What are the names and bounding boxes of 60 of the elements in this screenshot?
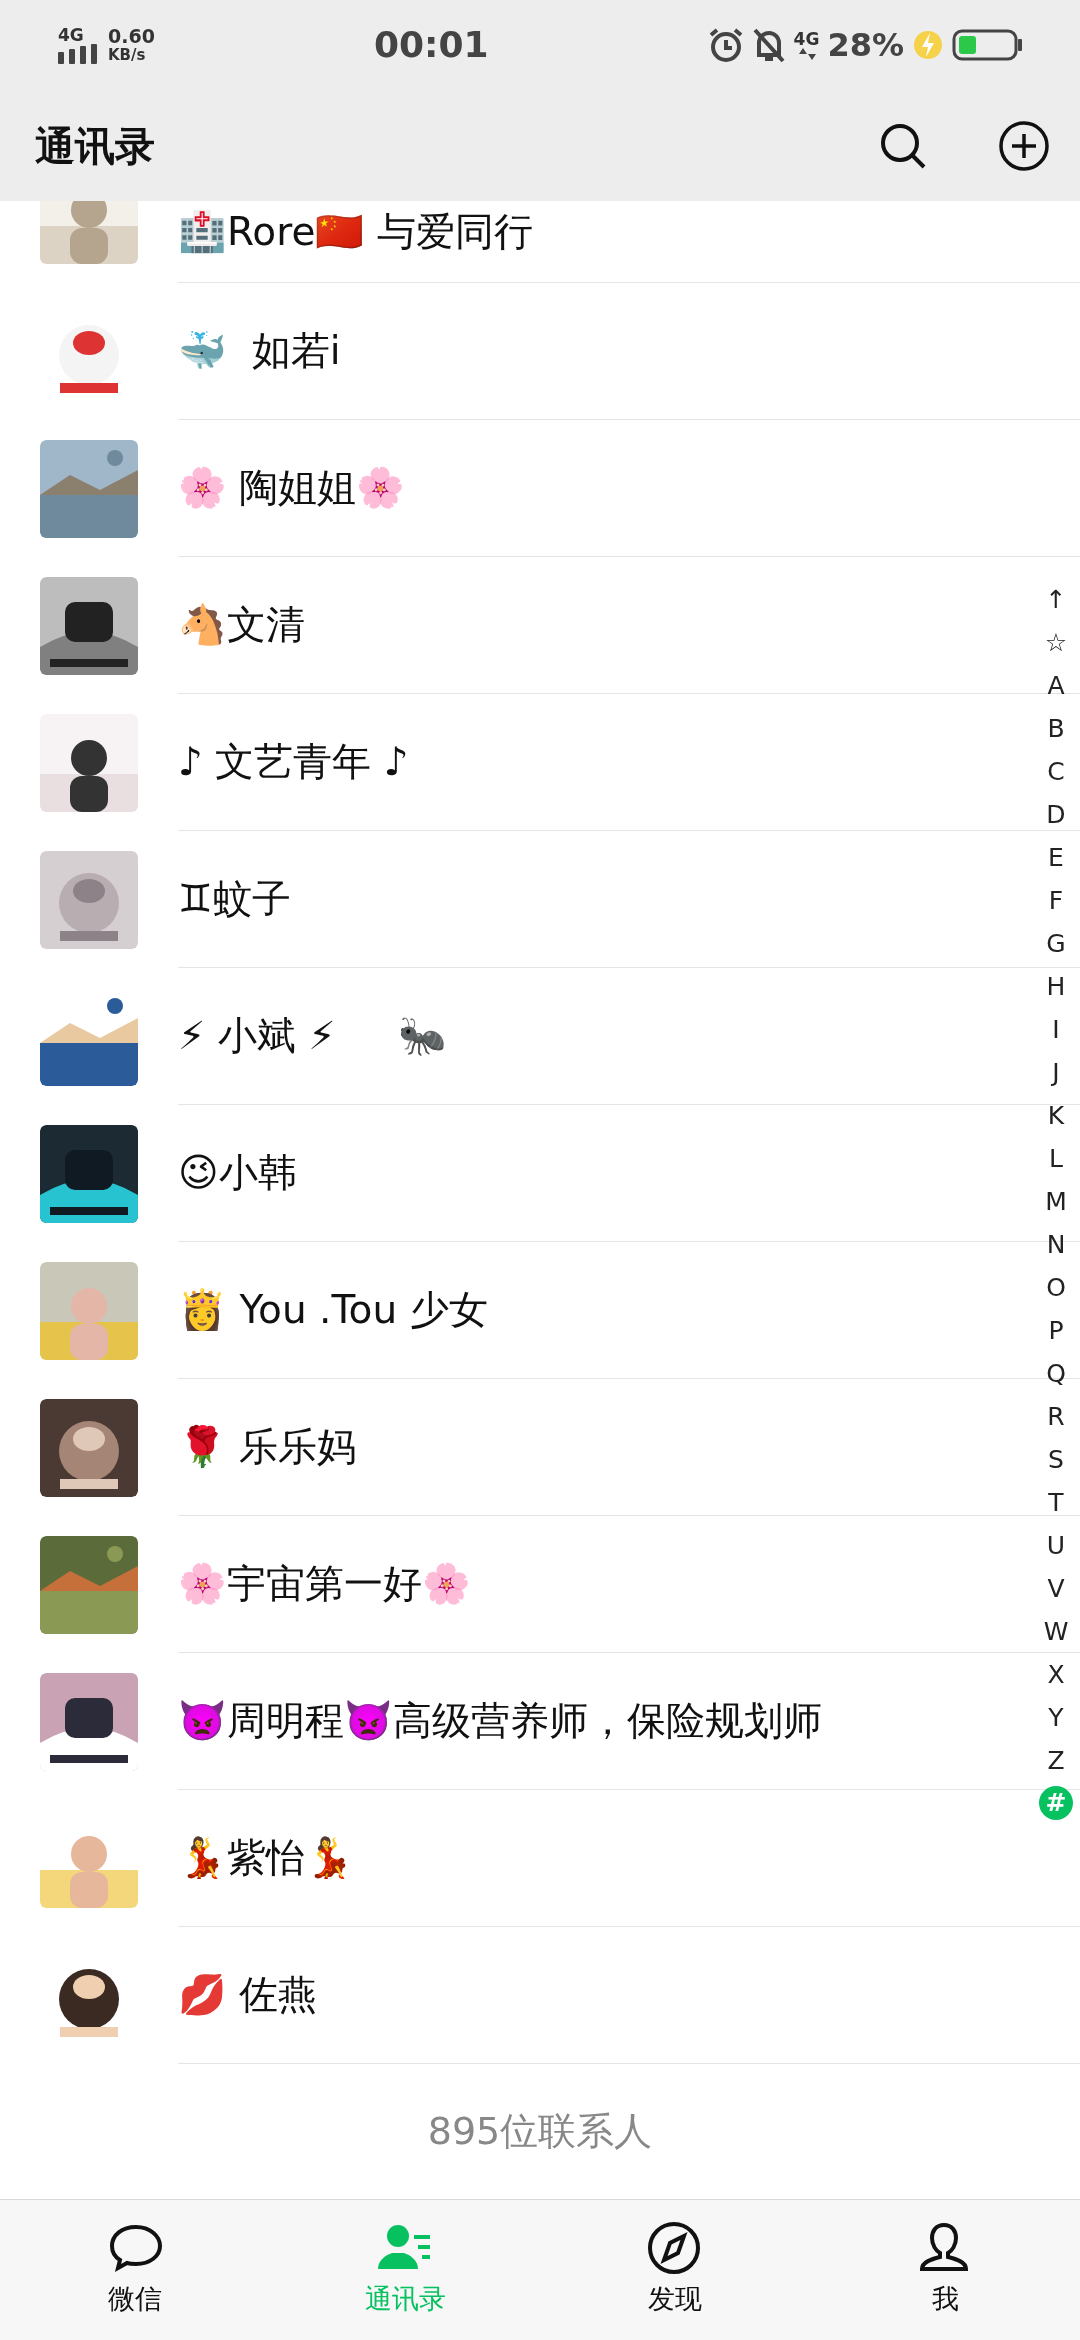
tab-button[interactable]: 我: [810, 2200, 1080, 2340]
index-letter[interactable]: E: [1039, 836, 1073, 879]
add-button[interactable]: [998, 119, 1050, 172]
speed-unit: KB/s: [108, 47, 147, 64]
index-letter[interactable]: G: [1039, 922, 1073, 965]
index-letter[interactable]: J: [1039, 1051, 1073, 1094]
data-arrows-icon: [796, 47, 817, 60]
index-letter[interactable]: S: [1039, 1438, 1073, 1481]
contact-name[interactable]: ♊蚊子: [178, 869, 291, 929]
contact-name[interactable]: ⚡ 小斌 ⚡ 🐜: [178, 1006, 447, 1066]
index-letter[interactable]: X: [1039, 1653, 1073, 1696]
tab-button[interactable]: 发现: [540, 2200, 810, 2340]
contact-name[interactable]: 🌸宇宙第一好🌸: [178, 1554, 471, 1614]
index-letter[interactable]: K: [1039, 1094, 1073, 1137]
signal-icon: [58, 43, 98, 64]
index-letter[interactable]: P: [1039, 1309, 1073, 1352]
index-letter[interactable]: L: [1039, 1137, 1073, 1180]
contact-name[interactable]: 💋 佐燕: [178, 1965, 318, 2025]
index-letter[interactable]: Y: [1039, 1696, 1073, 1739]
mobile-data-label: 4G: [793, 30, 820, 48]
index-letter[interactable]: B: [1039, 707, 1073, 750]
contact-name[interactable]: 😉小韩: [178, 1143, 297, 1203]
contact-name[interactable]: 👸 You .Tou 少女: [178, 1280, 488, 1340]
contact-name[interactable]: 💃紫怡💃: [178, 1828, 354, 1888]
page-title: 通讯录: [35, 121, 155, 171]
contact-name[interactable]: ♪ 文艺青年 ♪: [178, 732, 409, 792]
index-letter[interactable]: M: [1039, 1180, 1073, 1223]
network-type: 4G: [58, 26, 84, 44]
contact-name[interactable]: 🌹 乐乐妈: [178, 1417, 357, 1477]
battery-percent: 28%: [827, 25, 904, 66]
network-speed: 0.60: [108, 26, 155, 48]
index-letter[interactable]: ↑: [1039, 578, 1073, 621]
plus-circle-icon: [998, 119, 1050, 172]
contact-name[interactable]: 🏥Rore🇨🇳 与爱同行: [178, 202, 533, 262]
index-letter[interactable]: A: [1039, 664, 1073, 707]
index-letter[interactable]: Z: [1039, 1739, 1073, 1782]
alarm-icon: [707, 27, 744, 63]
index-letter[interactable]: U: [1039, 1524, 1073, 1567]
index-letter[interactable]: Q: [1039, 1352, 1073, 1395]
contact-name[interactable]: 🌸 陶姐姐🌸: [178, 458, 406, 518]
index-letter[interactable]: I: [1039, 1008, 1073, 1051]
contact-name[interactable]: 🐳 如若i: [178, 321, 341, 381]
clock: 00:01: [373, 23, 489, 67]
battery-icon: [952, 29, 1024, 61]
index-letter[interactable]: O: [1039, 1266, 1073, 1309]
index-letter[interactable]: N: [1039, 1223, 1073, 1266]
index-letter[interactable]: T: [1039, 1481, 1073, 1524]
index-letter[interactable]: R: [1039, 1395, 1073, 1438]
contact-name[interactable]: 🐴文清: [178, 595, 305, 655]
index-letter[interactable]: ☆: [1039, 621, 1073, 664]
contact-name[interactable]: 👿周明程👿高级营养师，保险规划师: [178, 1691, 822, 1751]
index-letter[interactable]: F: [1039, 879, 1073, 922]
index-letter[interactable]: W: [1039, 1610, 1073, 1653]
index-letter[interactable]: C: [1039, 750, 1073, 793]
bell-muted-icon: [751, 27, 786, 63]
tab-button[interactable]: 微信: [0, 2200, 270, 2340]
index-letter[interactable]: H: [1039, 965, 1073, 1008]
index-letter[interactable]: D: [1039, 793, 1073, 836]
index-letter[interactable]: V: [1039, 1567, 1073, 1610]
contact-count: 895位联系人: [427, 2108, 653, 2155]
